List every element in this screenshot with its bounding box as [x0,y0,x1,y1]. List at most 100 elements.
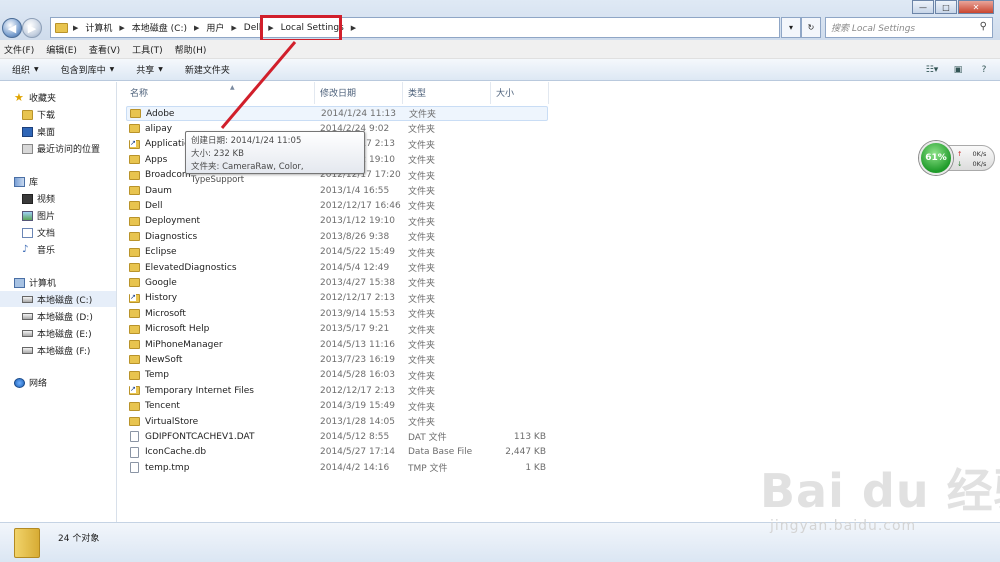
file-date: 2013/1/28 14:05 [320,416,395,427]
sidebar-item-downloads[interactable]: 下载 [22,108,55,121]
file-type: 文件夹 [408,202,436,213]
file-row[interactable]: Temp 2014/5/28 16:03 文件夹 [126,368,548,383]
menu-help[interactable]: 帮助(H) [175,43,207,56]
file-row[interactable]: Dell 2012/12/17 16:46 文件夹 [126,198,548,213]
sidebar-item-libraries[interactable]: 库 [14,175,38,188]
minimize-button[interactable]: — [912,0,934,14]
file-date: 2014/5/4 12:49 [320,262,390,273]
new-folder-button[interactable]: 新建文件夹 [185,63,230,76]
file-row[interactable]: Microsoft Help 2013/5/17 9:21 文件夹 [126,322,548,337]
file-row[interactable]: ElevatedDiagnostics 2014/5/4 12:49 文件夹 [126,260,548,275]
chevron-down-icon: ▼ [158,66,163,73]
file-row[interactable]: Tencent 2014/3/19 15:49 文件夹 [126,399,548,414]
file-row[interactable]: VirtualStore 2013/1/28 14:05 文件夹 [126,414,548,429]
close-button[interactable]: ✕ [958,0,994,14]
hard-disk-icon [22,313,33,320]
breadcrumb-computer[interactable]: 计算机 [83,18,114,37]
file-row[interactable]: History 2012/12/17 2:13 文件夹 [126,291,548,306]
item-count: 24 个对象 [58,534,100,544]
sidebar-item-disk-f[interactable]: 本地磁盘 (F:) [22,344,90,357]
sidebar-item-pictures[interactable]: 图片 [22,209,55,222]
arrow-right-icon: ▶ [27,21,37,35]
column-divider[interactable] [314,82,315,104]
column-divider[interactable] [490,82,491,104]
file-row[interactable]: IconCache.db 2014/5/27 17:14 Data Base Fil… [126,445,548,460]
sidebar-item-network[interactable]: 网络 [14,376,47,389]
network-monitor-gadget[interactable]: 61% ↑ 0K/s ↓ 0K/s [919,141,996,175]
sidebar-item-music[interactable]: ♪ 音乐 [22,243,55,256]
chevron-down-icon: ▼ [34,66,39,73]
column-divider[interactable] [548,82,549,104]
sidebar-item-computer[interactable]: 计算机 [14,276,56,289]
file-type: 文件夹 [408,371,436,382]
forward-button[interactable]: ▶ [22,18,42,38]
address-dropdown-button[interactable]: ▾ [781,17,801,38]
sidebar-item-videos[interactable]: 视频 [22,192,55,205]
breadcrumb-disk-c[interactable]: 本地磁盘 (C:) [130,18,189,37]
address-bar[interactable]: ▶ 计算机 ▶ 本地磁盘 (C:) ▶ 用户 ▶ Dell ▶ Local Se… [50,17,780,38]
folder-icon [129,124,140,134]
file-type: 文件夹 [408,140,436,151]
file-row[interactable]: Diagnostics 2013/8/26 9:38 文件夹 [126,229,548,244]
tooltip-created: 创建日期: 2014/1/24 11:05 [191,136,302,146]
breadcrumb-users[interactable]: 用户 [204,18,226,37]
file-date: 2013/8/26 9:38 [320,231,390,242]
chevron-right-icon[interactable]: ▶ [351,24,356,32]
file-row[interactable]: MiPhoneManager 2014/5/13 11:16 文件夹 [126,337,548,352]
column-header-size[interactable]: 大小 [496,86,514,99]
include-library-button[interactable]: 包含到库中 ▼ [61,63,115,76]
file-size: 2,447 KB [505,447,546,458]
sidebar-item-desktop[interactable]: 桌面 [22,125,55,138]
column-header-type[interactable]: 类型 [408,86,426,99]
search-icon[interactable]: ⚲ [980,21,987,32]
chevron-right-icon[interactable]: ▶ [119,24,124,32]
sidebar-item-favorites[interactable]: ★ 收藏夹 [14,91,56,104]
chevron-right-icon[interactable]: ▶ [194,24,199,32]
maximize-button[interactable]: □ [935,0,957,14]
search-input[interactable]: 搜索 Local Settings ⚲ [825,17,993,38]
share-button[interactable]: 共享 ▼ [136,63,163,76]
file-row[interactable]: Google 2013/4/27 15:38 文件夹 [126,275,548,290]
sidebar-item-disk-c[interactable]: 本地磁盘 (C:) [22,293,92,306]
column-header-name[interactable]: 名称 ▲ [130,84,235,99]
file-row[interactable]: Temporary Internet Files 2012/12/17 2:13 文… [126,383,548,398]
column-divider[interactable] [402,82,403,104]
help-icon[interactable]: ? [976,63,992,77]
file-name: NewSoft [145,354,183,365]
file-row[interactable]: NewSoft 2013/7/23 16:19 文件夹 [126,352,548,367]
back-button[interactable]: ◀ [2,18,22,38]
refresh-button[interactable]: ↻ [801,17,821,38]
sidebar-item-disk-d[interactable]: 本地磁盘 (D:) [22,310,93,323]
upload-arrow-icon: ↑ [957,150,963,158]
breadcrumb-local-settings[interactable]: Local Settings [279,18,346,37]
file-type: 文件夹 [408,217,436,228]
sidebar-item-label: 视频 [37,195,56,205]
file-row[interactable]: Eclipse 2014/5/22 15:49 文件夹 [126,245,548,260]
file-date: 2014/3/19 15:49 [320,401,395,412]
file-type: 文件夹 [408,248,436,259]
preview-pane-icon[interactable]: ▣ [950,63,966,77]
file-type: 文件夹 [408,341,436,351]
file-row[interactable]: temp.tmp 2014/4/2 14:16 TMP 文件 1 KB [126,460,548,475]
chevron-right-icon[interactable]: ▶ [231,24,236,32]
file-row[interactable]: Adobe 2014/1/24 11:13 文件夹 [126,106,548,121]
menu-view[interactable]: 查看(V) [89,43,120,56]
breadcrumb-dell[interactable]: Dell [242,18,263,37]
chevron-right-icon[interactable]: ▶ [73,24,78,32]
file-name: Microsoft Help [145,324,210,335]
organize-button[interactable]: 组织 ▼ [12,63,39,76]
sidebar-item-documents[interactable]: 文档 [22,226,55,239]
file-row[interactable]: Deployment 2013/1/12 19:10 文件夹 [126,214,548,229]
computer-icon [14,277,25,288]
view-mode-icon[interactable]: ☷▾ [924,63,940,77]
file-row[interactable]: GDIPFONTCACHEV1.DAT 2014/5/12 8:55 DAT 文件 1… [126,429,548,444]
sidebar-item-disk-e[interactable]: 本地磁盘 (E:) [22,327,92,340]
menu-tools[interactable]: 工具(T) [132,43,163,56]
menu-edit[interactable]: 编辑(E) [46,43,77,56]
sidebar-item-recent[interactable]: 最近访问的位置 [22,142,100,155]
file-type: 文件夹 [408,233,436,244]
file-row[interactable]: Microsoft 2013/9/14 15:53 文件夹 [126,306,548,321]
column-header-date[interactable]: 修改日期 [320,86,356,99]
chevron-right-icon[interactable]: ▶ [268,24,273,32]
menu-file[interactable]: 文件(F) [4,43,34,56]
